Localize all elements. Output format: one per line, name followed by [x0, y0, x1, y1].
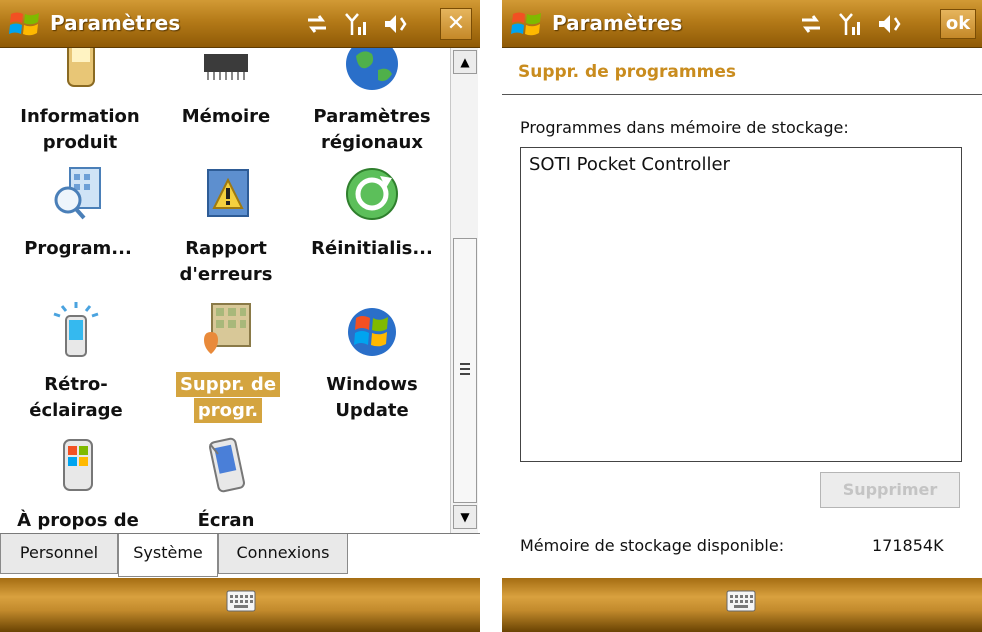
label-line-1: Information [20, 106, 140, 127]
item-label: Suppr. de progr. [158, 372, 298, 424]
settings-system-screen: Paramètres ✕ Information produit Mémoire… [0, 0, 480, 632]
label-line-2: d'erreurs [179, 264, 273, 285]
remove-button[interactable]: Supprimer [820, 472, 960, 508]
label-line-2: Update [335, 400, 409, 421]
keyboard-icon[interactable] [726, 590, 756, 612]
soft-key-bar [0, 578, 480, 632]
globe-icon [346, 48, 398, 90]
label-line-1: Mémoire [181, 106, 271, 127]
label-line-1: Program... [24, 238, 132, 259]
speaker-icon[interactable] [382, 11, 408, 37]
tab-connexions[interactable]: Connexions [218, 534, 348, 574]
reset-icon [346, 168, 398, 220]
device-info-icon [67, 48, 95, 87]
label-line-1: Rétro- [44, 374, 108, 395]
label-line-1: À propos de [17, 510, 139, 531]
list-item[interactable]: SOTI Pocket Controller [529, 154, 730, 175]
storage-memory-value: 171854K [872, 536, 944, 555]
screen-icon [209, 437, 245, 493]
soft-key-bar [502, 578, 982, 632]
label-line-1: Réinitialis... [311, 238, 433, 259]
programs-list-label: Programmes dans mémoire de stockage: [520, 118, 849, 137]
storage-memory-label: Mémoire de stockage disponible: [520, 536, 785, 555]
backlight-icon [53, 302, 99, 357]
close-button[interactable]: ✕ [440, 8, 472, 40]
settings-tabs: Personnel Système Connexions [0, 533, 480, 578]
remove-programs-icon [204, 303, 251, 354]
about-device-icon [63, 439, 93, 491]
remove-programs-screen: Paramètres ok Suppr. de programmes Progr… [502, 0, 982, 632]
keyboard-icon[interactable] [226, 590, 256, 612]
windows-start-icon[interactable] [510, 8, 544, 40]
label-line-2: éclairage [29, 400, 123, 421]
label-line-2: produit [42, 132, 118, 153]
item-label: À propos de [8, 508, 148, 533]
selected-label-highlight: Suppr. de [175, 372, 281, 397]
page-title: Suppr. de programmes [518, 62, 736, 82]
grip-icon [460, 363, 470, 375]
window-title: Paramètres [552, 11, 683, 35]
label-line-1: Windows [326, 374, 418, 395]
tab-systeme[interactable]: Système [118, 534, 218, 577]
sync-icon[interactable] [304, 11, 330, 37]
speaker-icon[interactable] [876, 11, 902, 37]
item-label: Réinitialis... [302, 236, 442, 262]
item-label: Windows Update [302, 372, 442, 424]
label-line-2: régionaux [321, 132, 423, 153]
item-label: Information produit [10, 104, 150, 156]
label-line-2: progr. [158, 398, 298, 424]
memory-chip-icon [204, 54, 248, 80]
title-bar: Paramètres ✕ [0, 0, 480, 48]
signal-icon[interactable] [344, 11, 370, 37]
window-title: Paramètres [50, 11, 181, 35]
windows-start-icon[interactable] [8, 8, 42, 40]
item-label: Mémoire [156, 104, 296, 130]
label-line-1: Écran [197, 510, 255, 531]
divider [502, 94, 982, 95]
signal-icon[interactable] [838, 11, 864, 37]
item-label: Rétro- éclairage [6, 372, 146, 424]
scroll-down-button[interactable]: ▼ [453, 505, 477, 529]
programs-listbox[interactable]: SOTI Pocket Controller [520, 147, 962, 462]
label-line-1: Rapport [185, 238, 267, 259]
item-label: Program... [8, 236, 148, 262]
programs-icon [54, 167, 101, 220]
item-label: Rapport d'erreurs [156, 236, 296, 288]
title-bar: Paramètres ok [502, 0, 982, 48]
tab-personnel[interactable]: Personnel [0, 534, 118, 574]
scroll-up-button[interactable]: ▲ [453, 50, 477, 74]
label-line-1: Suppr. de [158, 372, 298, 398]
sync-icon[interactable] [798, 11, 824, 37]
windows-update-icon [348, 308, 396, 356]
ok-button[interactable]: ok [940, 9, 976, 39]
vertical-scrollbar[interactable]: ▲ ▼ [450, 48, 478, 533]
item-label: Écran [156, 508, 296, 533]
settings-icon-grid: Information produit Mémoire Paramètres r… [0, 48, 450, 533]
error-report-icon [207, 169, 249, 217]
item-label: Paramètres régionaux [302, 104, 442, 156]
label-line-1: Paramètres [313, 106, 431, 127]
scroll-thumb[interactable] [453, 238, 477, 503]
selected-label-highlight: progr. [193, 398, 263, 423]
